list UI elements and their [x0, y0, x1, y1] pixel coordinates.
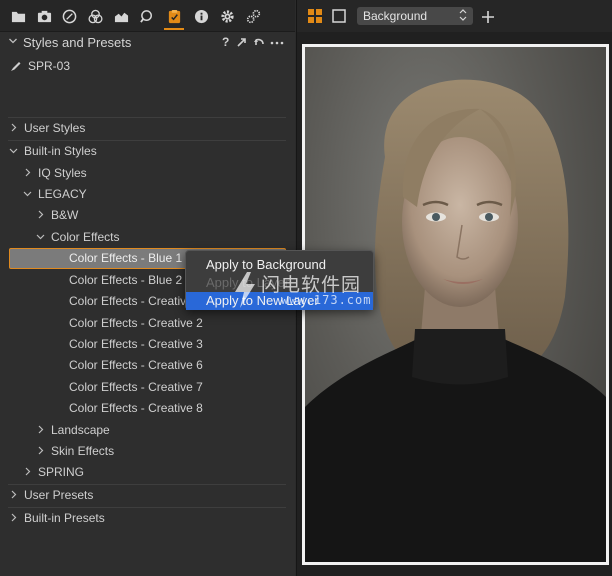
- add-layer-icon[interactable]: [481, 10, 495, 24]
- tree-item-label: B&W: [51, 208, 79, 222]
- styles-icon[interactable]: [164, 8, 184, 30]
- folder-icon[interactable]: [10, 8, 26, 24]
- exposure-icon[interactable]: [113, 8, 129, 24]
- chevron-down-icon: [36, 234, 45, 240]
- chevron-down-icon[interactable]: [8, 36, 18, 46]
- tree-item-builtin-presets[interactable]: Built-in Presets: [0, 508, 290, 528]
- details-icon[interactable]: [139, 8, 155, 24]
- metadata-icon[interactable]: [193, 8, 209, 24]
- tree-item-user-presets[interactable]: User Presets: [0, 485, 290, 505]
- chevron-down-icon: [23, 191, 32, 197]
- tree-item-label: Color Effects: [51, 230, 120, 244]
- style-item-creative-6[interactable]: Color Effects - Creative 6: [69, 355, 203, 375]
- tree-item-label: IQ Styles: [38, 166, 87, 180]
- tree-item-bw[interactable]: B&W: [0, 205, 290, 225]
- current-style: SPR-03: [10, 58, 70, 74]
- help-icon[interactable]: ?: [222, 35, 229, 49]
- tree-item-label: Landscape: [51, 423, 110, 437]
- tree-item-label: User Presets: [24, 488, 94, 502]
- style-item-creative-7[interactable]: Color Effects - Creative 7: [69, 377, 203, 397]
- style-item-blue-1[interactable]: Color Effects - Blue 1: [69, 248, 185, 268]
- chevron-right-icon: [38, 425, 44, 434]
- layer-select[interactable]: Background: [357, 7, 473, 25]
- tree-item-label: LEGACY: [38, 187, 87, 201]
- color-icon[interactable]: [87, 8, 103, 24]
- tree-item-label: SPRING: [38, 465, 85, 479]
- settings-icon[interactable]: [219, 8, 235, 24]
- tree-item-user-styles[interactable]: User Styles: [0, 118, 290, 138]
- tree-item-legacy[interactable]: LEGACY: [0, 184, 290, 204]
- tree-item-skin-effects[interactable]: Skin Effects: [0, 441, 290, 461]
- lens-icon[interactable]: [61, 8, 77, 24]
- tree-item-spring[interactable]: SPRING: [0, 462, 290, 482]
- chevron-right-icon: [11, 490, 17, 499]
- single-view-icon[interactable]: [332, 9, 346, 23]
- style-item-blue-2[interactable]: Color Effects - Blue 2: [69, 270, 185, 290]
- brush-icon: [11, 62, 21, 71]
- tree-item-landscape[interactable]: Landscape: [0, 420, 290, 440]
- reset-arrow-icon[interactable]: [236, 35, 248, 49]
- grid-view-icon[interactable]: [308, 9, 322, 23]
- menu-item-apply-to-background[interactable]: Apply to Background: [186, 256, 373, 274]
- style-item-creative-1[interactable]: Color Effects - Creative 1: [69, 291, 185, 311]
- menu-item-apply-to-layer[interactable]: Apply to Layer: [186, 274, 373, 292]
- undo-icon[interactable]: [253, 35, 265, 49]
- context-menu: Apply to Background Apply to Layer Apply…: [185, 250, 374, 310]
- style-item-creative-8[interactable]: Color Effects - Creative 8: [69, 398, 203, 418]
- tree-item-label: Built-in Styles: [24, 144, 97, 158]
- tree-item-label: Skin Effects: [51, 444, 115, 458]
- style-item-creative-2[interactable]: Color Effects - Creative 2: [69, 313, 203, 333]
- tree-item-label: User Styles: [24, 121, 86, 135]
- chevron-right-icon: [25, 168, 31, 177]
- chevron-updown-icon: [459, 9, 467, 21]
- menu-item-apply-to-new-layer[interactable]: Apply to New Layer: [186, 292, 373, 310]
- chevron-right-icon: [38, 446, 44, 455]
- style-item-creative-3[interactable]: Color Effects - Creative 3: [69, 334, 203, 354]
- tree-item-builtin-styles[interactable]: Built-in Styles: [0, 141, 290, 161]
- chevron-down-icon: [9, 148, 18, 154]
- tool-tabs-bar: [0, 0, 295, 32]
- layer-select-value: Background: [363, 9, 428, 23]
- chevron-right-icon: [11, 513, 17, 522]
- batch-icon[interactable]: [245, 8, 261, 24]
- tree-item-iq-styles[interactable]: IQ Styles: [0, 163, 290, 183]
- chevron-right-icon: [25, 467, 31, 476]
- current-style-label: SPR-03: [28, 59, 71, 73]
- more-icon[interactable]: [270, 35, 284, 49]
- camera-icon[interactable]: [36, 8, 52, 24]
- panel-title: Styles and Presets: [23, 35, 132, 50]
- panel-header: Styles and Presets ?: [0, 33, 295, 53]
- viewer-toolbar: Background: [297, 0, 612, 32]
- chevron-right-icon: [38, 210, 44, 219]
- chevron-right-icon: [11, 123, 17, 132]
- tree-item-color-effects[interactable]: Color Effects: [0, 227, 290, 247]
- tree-item-label: Built-in Presets: [24, 511, 105, 525]
